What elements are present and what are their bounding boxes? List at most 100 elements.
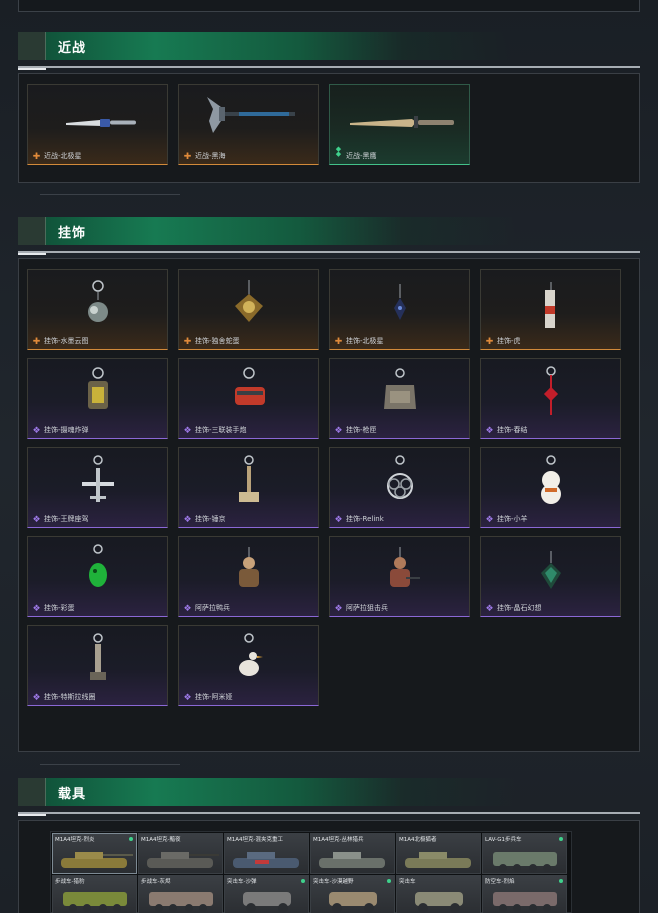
owned-indicator-icon — [559, 837, 563, 841]
charm-item-card[interactable]: ❖ 挂饰-锤京 — [178, 447, 319, 528]
knot-charm-icon — [543, 366, 559, 415]
vehicle-card[interactable]: M1A4坦克-烈炎 — [52, 833, 137, 874]
buggy-icon — [243, 892, 291, 913]
melee-section-header: 近战 — [18, 32, 640, 60]
rarity-purple-icon: ❖ — [183, 425, 192, 435]
melee-item-card[interactable]: ✚ 近战-黑海 — [178, 84, 319, 165]
apc-icon — [63, 892, 127, 912]
rarity-green-icon: ◆ ◆ — [335, 146, 342, 158]
egg-charm-icon — [89, 544, 107, 587]
melee-divider — [18, 66, 640, 70]
item-label: 挂饰-三联装手炮 — [195, 426, 247, 434]
charm-item-card[interactable]: ❖ 阿萨拉鸭兵 — [178, 536, 319, 617]
rarity-purple-icon: ❖ — [32, 514, 41, 524]
section-header-marker — [18, 778, 46, 806]
rarity-purple-icon: ❖ — [183, 514, 192, 524]
melee-item-card[interactable]: ◆ ◆ 近战-黑鹰 — [329, 84, 470, 165]
rarity-purple-icon: ❖ — [334, 425, 343, 435]
charms-divider — [18, 251, 640, 255]
coil-charm-icon — [90, 633, 106, 680]
item-label: 挂饰-春结 — [497, 426, 528, 434]
section-header-marker — [18, 32, 46, 60]
owned-indicator-icon — [387, 879, 391, 883]
cannon-charm-icon — [235, 367, 265, 405]
vehicle-card[interactable]: 步战车-猎豹 — [52, 875, 137, 913]
charm-item-card[interactable]: ❖ 挂饰-Relink — [329, 447, 470, 528]
item-label: 挂饰-水墨云图 — [44, 337, 89, 345]
panel-footer-line — [40, 764, 180, 765]
vehicle-card[interactable]: LAV-G1步兵车 — [482, 833, 567, 874]
knife-icon — [66, 119, 136, 127]
vehicle-label: M1A4坦克-黯夜 — [141, 837, 181, 843]
item-label: 挂饰-特斯拉线圈 — [44, 693, 96, 701]
rarity-purple-icon: ❖ — [32, 603, 41, 613]
vehicle-label: 步战车-灰烬 — [141, 879, 171, 885]
vehicles-divider — [18, 812, 640, 816]
sniper-charm-icon — [390, 547, 420, 587]
apc-icon — [149, 892, 213, 912]
item-label: 挂饰-阿米娅 — [195, 693, 233, 701]
rarity-orange-icon: ✚ — [334, 336, 343, 346]
rarity-orange-icon: ✚ — [32, 336, 41, 346]
charm-item-card[interactable]: ❖ 挂饰-晶石幻想 — [480, 536, 621, 617]
charm-item-card[interactable]: ❖ 阿萨拉狙击兵 — [329, 536, 470, 617]
tank-icon — [61, 852, 133, 868]
bomb-charm-icon — [88, 367, 108, 409]
item-label: 阿萨拉鸭兵 — [195, 604, 230, 612]
rarity-purple-icon: ❖ — [334, 603, 343, 613]
vehicle-label: M1A4坦克-混夹克重工 — [227, 837, 283, 843]
charm-item-card[interactable]: ❖ 挂饰-三联装手炮 — [178, 358, 319, 439]
vehicle-card[interactable]: M1A4坦克-丛林猎兵 — [310, 833, 395, 874]
rings-charm-icon — [387, 455, 413, 499]
charm-item-card[interactable]: ❖ 挂饰-小羊 — [480, 447, 621, 528]
item-label: 挂饰-枪匣 — [346, 426, 377, 434]
vehicle-card[interactable]: M1A4坦克-混夹克重工 — [224, 833, 309, 874]
item-label: 阿萨拉狙击兵 — [346, 604, 388, 612]
rarity-purple-icon: ❖ — [32, 692, 41, 702]
rarity-purple-icon: ❖ — [183, 603, 192, 613]
panel-footer-line — [40, 194, 180, 195]
charm-item-card[interactable]: ❖ 挂饰-王牌座驾 — [27, 447, 168, 528]
charm-item-card[interactable]: ❖ 挂饰-特斯拉线圈 — [27, 625, 168, 706]
vehicle-card[interactable]: 突击车-沙漠越野 — [310, 875, 395, 913]
melee-item-card[interactable]: ✚ 近战-北极星 — [27, 84, 168, 165]
charm-item-card[interactable]: ❖ 挂饰-春结 — [480, 358, 621, 439]
charm-item-card[interactable]: ❖ 挂饰-阿米娅 — [178, 625, 319, 706]
previous-panel-bottom — [18, 0, 640, 12]
charm-item-card[interactable]: ❖ 挂饰-枪匣 — [329, 358, 470, 439]
vehicle-label: 突击车 — [399, 879, 416, 885]
apc-icon — [493, 852, 557, 872]
charm-item-card[interactable]: ✚ 挂饰-水墨云图 — [27, 269, 168, 350]
charm-item-card[interactable]: ✚ 挂饰-独舍蛇蛋 — [178, 269, 319, 350]
rarity-purple-icon: ❖ — [485, 514, 494, 524]
charm-item-card[interactable]: ❖ 挂饰-摄魂炸弹 — [27, 358, 168, 439]
buggy-icon — [329, 892, 377, 913]
owned-indicator-icon — [559, 879, 563, 883]
vehicles-section-title: 载具 — [58, 787, 87, 802]
vehicle-label: 突击车-沙漠越野 — [313, 879, 354, 885]
charm-item-card[interactable]: ✚ 挂饰-虎 — [480, 269, 621, 350]
vehicle-card[interactable]: M1A4北极狐者 — [396, 833, 481, 874]
vehicles-section-header: 载具 — [18, 778, 640, 806]
vehicle-card[interactable]: 步战车-灰烬 — [138, 875, 223, 913]
item-label: 近战-北极星 — [44, 152, 82, 160]
vehicle-card[interactable]: 突击车 — [396, 875, 481, 913]
item-label: 近战-黑海 — [195, 152, 226, 160]
rarity-purple-icon: ❖ — [485, 603, 494, 613]
vehicle-card[interactable]: M1A4坦克-黯夜 — [138, 833, 223, 874]
vehicle-label: 步战车-猎豹 — [55, 879, 85, 885]
soldier-charm-icon — [239, 547, 259, 587]
owned-indicator-icon — [301, 879, 305, 883]
item-label: 挂饰-虎 — [497, 337, 521, 345]
charm-item-card[interactable]: ✚ 挂饰-北极星 — [329, 269, 470, 350]
rarity-purple-icon: ❖ — [485, 425, 494, 435]
charm-item-card[interactable]: ❖ 挂饰-彩蛋 — [27, 536, 168, 617]
vehicle-card[interactable]: 突击车-沙弹 — [224, 875, 309, 913]
vehicle-label: M1A4坦克-烈炎 — [55, 837, 95, 843]
buggy-icon — [415, 892, 463, 913]
vehicle-card[interactable]: 防空车-烈焰 — [482, 875, 567, 913]
tank-icon — [405, 852, 471, 868]
rarity-purple-icon: ❖ — [32, 425, 41, 435]
crystal-charm-icon — [541, 551, 561, 589]
tiger-charm-icon — [545, 282, 555, 328]
